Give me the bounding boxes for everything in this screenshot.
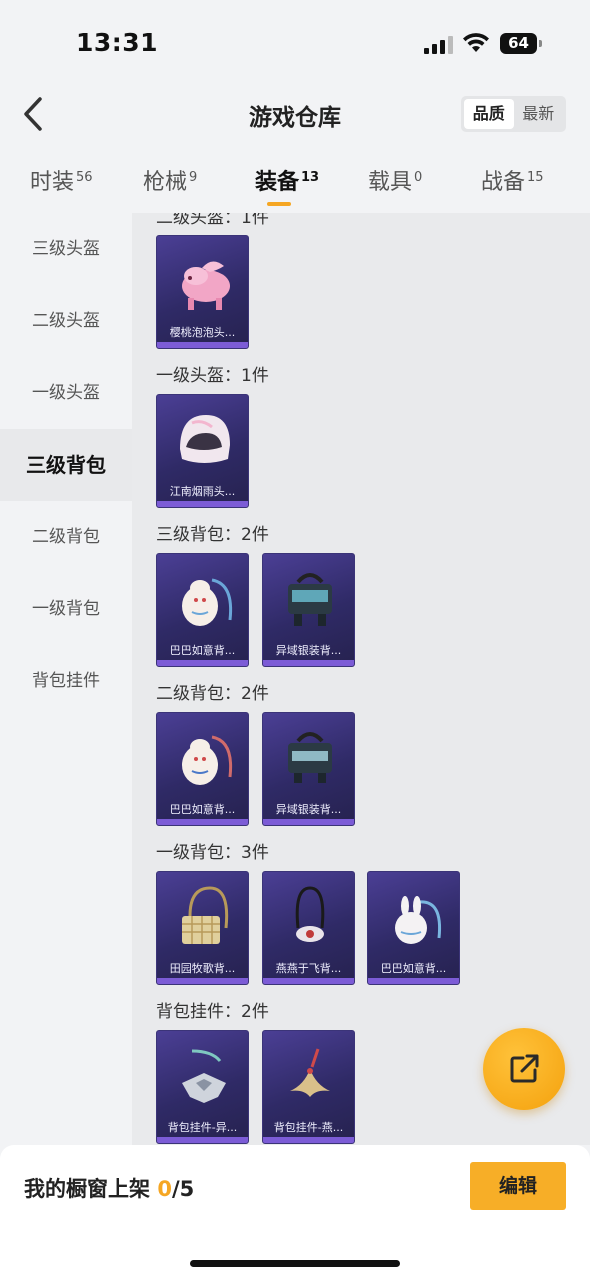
item-card[interactable]: 巴巴如意背...: [156, 712, 249, 826]
item-card[interactable]: 异域银装背...: [262, 712, 355, 826]
sidebar-item-level1-backpack[interactable]: 一级背包: [0, 573, 132, 645]
tab-count: 56: [76, 169, 93, 185]
item-name: 异域银装背...: [275, 803, 342, 816]
warehouse-page: 13:31 64 游戏仓库 品质 最新 时装 56 枪械 9 装备 13 载具 …: [0, 0, 590, 1280]
edit-button[interactable]: 编辑: [470, 1162, 566, 1210]
status-bar: 13:31 64: [0, 0, 590, 88]
tab-supplies[interactable]: 战备 15: [481, 164, 544, 208]
item-name: 背包挂件-异...: [167, 1121, 238, 1134]
share-button[interactable]: [483, 1028, 565, 1110]
sidebar: 三级头盔 二级头盔 一级头盔 三级背包 二级背包 一级背包 背包挂件: [0, 213, 132, 1145]
tab-label: 战备: [481, 170, 526, 195]
item-name: 巴巴如意背...: [169, 644, 236, 657]
item-card[interactable]: 巴巴如意背...: [367, 871, 460, 985]
group-label: 背包挂件：2件: [156, 1002, 269, 1022]
battery-icon: 64: [500, 33, 542, 54]
helmet-image: [182, 261, 230, 310]
tab-label: 时装: [30, 170, 75, 195]
sidebar-item-level2-backpack[interactable]: 二级背包: [0, 501, 132, 573]
cellular-signal-icon: [424, 36, 454, 54]
tab-label: 装备: [255, 170, 300, 195]
tab-count: 15: [527, 169, 544, 185]
category-tabs: 时装 56 枪械 9 装备 13 载具 0 战备 15: [0, 158, 590, 213]
battery-level: 64: [500, 33, 537, 54]
group-label: 二级背包：2件: [156, 684, 269, 704]
backpack-image: [182, 735, 233, 785]
tab-count: 9: [189, 169, 198, 185]
sidebar-item-backpack-charm[interactable]: 背包挂件: [0, 645, 132, 717]
item-name: 巴巴如意背...: [169, 803, 236, 816]
item-card[interactable]: 田园牧歌背...: [156, 871, 249, 985]
group-label: 一级背包：3件: [156, 843, 269, 863]
item-card[interactable]: 异域银装背...: [262, 553, 355, 667]
item-card[interactable]: 燕燕于飞背...: [262, 871, 355, 985]
item-card[interactable]: 背包挂件-燕...: [262, 1030, 355, 1144]
item-name: 樱桃泡泡头...: [169, 326, 236, 339]
sidebar-item-level3-backpack[interactable]: 三级背包: [0, 429, 132, 501]
shelf-total-count: /5: [171, 1177, 195, 1201]
item-name: 异域银装背...: [275, 644, 342, 657]
tab-vehicles[interactable]: 载具 0: [368, 164, 422, 208]
group-label: 一级头盔：1件: [156, 366, 269, 386]
item-card[interactable]: 背包挂件-异...: [156, 1030, 249, 1144]
group-label: 二级头盔：1件: [156, 213, 269, 228]
sort-latest-button[interactable]: 最新: [514, 99, 564, 129]
shelf-label: 我的橱窗上架: [24, 1177, 150, 1201]
backpack-image: [182, 578, 233, 626]
item-grid: 二级头盔：1件 樱桃泡泡头... 一级头盔：1件 江南烟雨头... 三级背包：2…: [132, 213, 590, 1145]
tab-label: 载具: [368, 170, 413, 195]
backpack-image: [295, 886, 325, 942]
share-external-icon: [510, 1054, 539, 1083]
backpack-image: [395, 896, 442, 944]
item-name: 燕燕于飞背...: [275, 962, 342, 975]
nav-bar: 游戏仓库 品质 最新: [0, 88, 590, 140]
item-name: 背包挂件-燕...: [273, 1121, 344, 1134]
sidebar-item-level1-helmet[interactable]: 一级头盔: [0, 357, 132, 429]
sort-quality-button[interactable]: 品质: [464, 99, 514, 129]
item-name: 田园牧歌背...: [169, 962, 236, 975]
bottom-bar: 我的橱窗上架 0/5 编辑: [0, 1145, 590, 1280]
tab-guns[interactable]: 枪械 9: [143, 164, 197, 208]
item-name: 江南烟雨头...: [169, 485, 236, 498]
shelf-status: 我的橱窗上架 0/5: [24, 1173, 194, 1203]
backpack-image: [288, 573, 332, 626]
tab-count: 13: [301, 169, 320, 185]
item-name: 巴巴如意背...: [380, 962, 447, 975]
tab-count: 0: [414, 169, 423, 185]
shelf-current-count: 0: [157, 1177, 172, 1201]
charm-image: [182, 1049, 226, 1103]
status-time: 13:31: [76, 28, 159, 57]
item-card[interactable]: 江南烟雨头...: [156, 394, 249, 508]
wifi-icon: [463, 33, 489, 52]
active-tab-indicator: [267, 202, 291, 206]
sort-toggle: 品质 最新: [461, 96, 566, 132]
helmet-image: [180, 415, 230, 463]
tab-fashion[interactable]: 时装 56: [30, 164, 93, 208]
sidebar-item-level2-helmet[interactable]: 二级头盔: [0, 285, 132, 357]
group-label: 三级背包：2件: [156, 525, 269, 545]
item-card[interactable]: 樱桃泡泡头...: [156, 235, 249, 349]
tab-label: 枪械: [143, 170, 188, 195]
backpack-image: [182, 886, 229, 944]
backpack-image: [288, 732, 332, 783]
item-card[interactable]: 巴巴如意背...: [156, 553, 249, 667]
home-indicator: [190, 1260, 400, 1267]
charm-image: [290, 1048, 330, 1097]
sidebar-item-level3-helmet[interactable]: 三级头盔: [0, 213, 132, 285]
